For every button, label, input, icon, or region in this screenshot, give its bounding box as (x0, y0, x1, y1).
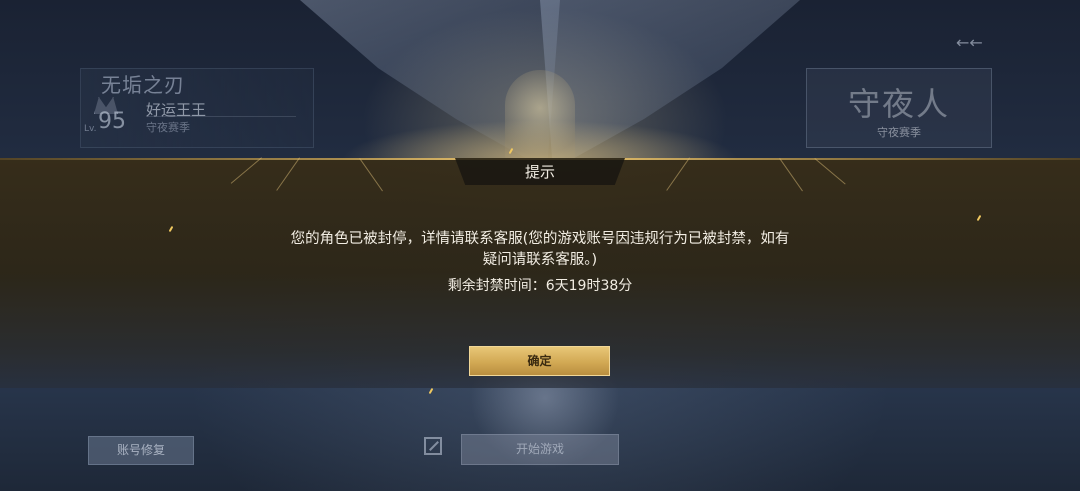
deco-line (814, 158, 846, 185)
deco-line (666, 157, 690, 191)
level-prefix: Lv. (84, 124, 97, 134)
dialog-message: 您的角色已被封停，详情请联系客服(您的游戏账号因违规行为已被封禁，如有疑问请联系… (290, 231, 790, 268)
start-game-button[interactable]: 开始游戏 (461, 434, 619, 465)
deco-line (359, 158, 383, 192)
divider (146, 116, 296, 117)
back-arrow-icon[interactable]: ←← (956, 33, 983, 52)
dialog-glow (340, 120, 740, 160)
account-repair-button[interactable]: 账号修复 (88, 436, 194, 465)
mode-title: 无垢之刃 (101, 73, 185, 97)
profile-card[interactable]: 无垢之刃 Lv. 95 好运王王 守夜赛季 (80, 68, 314, 148)
swap-icon[interactable] (424, 437, 442, 455)
confirm-button[interactable]: 确定 (469, 346, 610, 376)
player-level: 95 (98, 109, 126, 134)
ban-dialog: 提示 您的角色已被封停，详情请联系客服(您的游戏账号因违规行为已被封禁，如有疑问… (0, 120, 1080, 388)
spark (976, 214, 982, 222)
profile-season-label: 守夜赛季 (146, 121, 190, 134)
spark (168, 225, 174, 233)
deco-line (276, 157, 300, 191)
deco-line (230, 157, 262, 184)
season-card[interactable]: 守夜人 守夜赛季 (806, 68, 992, 148)
ban-remaining-time: 剩余封禁时间：6天19时38分 (447, 278, 633, 294)
season-title: 守夜人 (847, 85, 950, 123)
season-subtitle: 守夜赛季 (877, 126, 921, 139)
deco-line (779, 158, 803, 192)
dialog-title: 提示 (524, 163, 555, 181)
